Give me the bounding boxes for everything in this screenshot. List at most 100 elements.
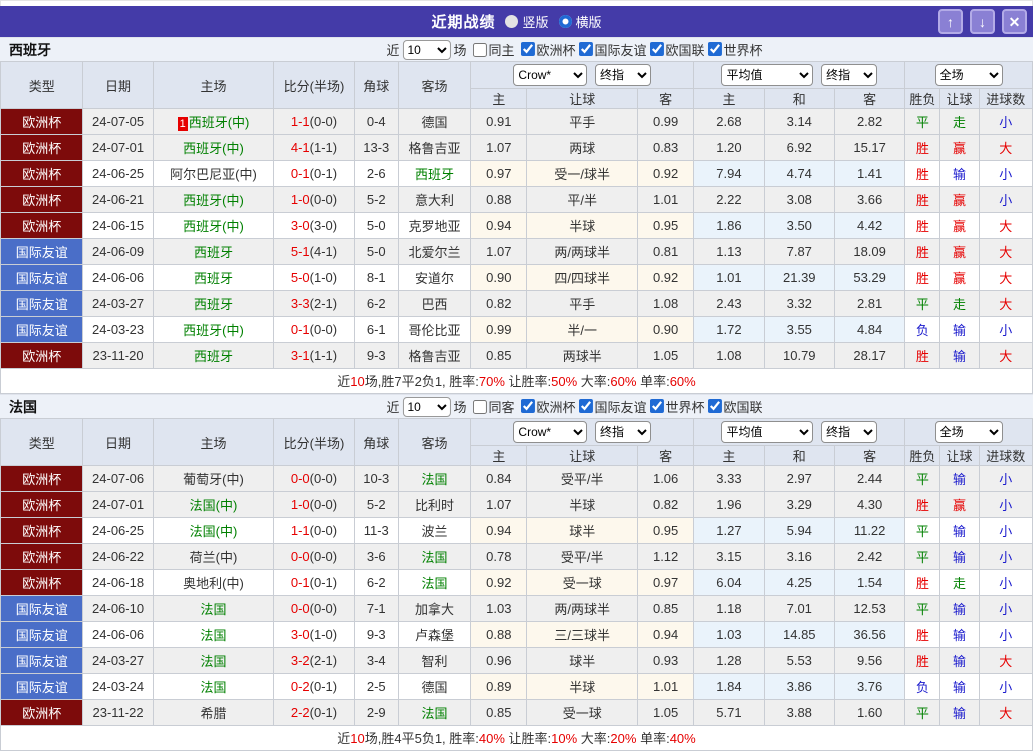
league-type-badge: 欧洲杯 (0, 342, 84, 369)
bookmaker-select[interactable]: Crow* (513, 421, 588, 443)
bookmaker-select[interactable]: Crow* (513, 64, 588, 86)
col-away: 客场 (397, 61, 472, 109)
crow-home-odds: 1.07 (470, 134, 528, 161)
result-outcome-cell: 平 (904, 465, 941, 492)
avg-home-odds: 2.68 (693, 108, 765, 135)
result-handicap: 走 (953, 115, 967, 130)
avg-stage-select[interactable]: 终指 (821, 64, 878, 86)
average-select[interactable]: 平均值 (721, 421, 814, 443)
vertical-option-label: 竖版 (522, 15, 549, 30)
same-side-filter[interactable]: 同主 (469, 40, 514, 59)
league-type-badge: 欧洲杯 (0, 699, 84, 726)
crow-home-odds: 0.92 (470, 569, 528, 596)
avg-away-odds: 28.17 (833, 342, 906, 369)
league-checkbox[interactable] (578, 399, 593, 414)
fulltime-group-header: 全场 (904, 418, 1033, 446)
crow-away-odds: 0.92 (636, 160, 695, 187)
result-goals-cell: 小 (978, 673, 1033, 700)
crow-stage-select[interactable]: 终指 (595, 64, 652, 86)
fulltime-score: 3-2 (290, 653, 310, 668)
league-checkbox[interactable] (649, 399, 664, 414)
layout-vertical-option[interactable]: 竖版 (505, 12, 549, 31)
crow-home-odds: 0.85 (470, 342, 528, 369)
close-button[interactable]: ✕ (1002, 9, 1027, 34)
handicap-line: 受一球 (526, 699, 638, 726)
summary-segment: 10 (350, 731, 365, 746)
avg-home-odds: 1.72 (693, 316, 765, 343)
league-checkbox[interactable] (520, 399, 535, 414)
home-team: 法国 (200, 654, 227, 669)
avg-away-odds: 2.81 (833, 290, 906, 317)
fulltime-score: 5-1 (290, 244, 310, 259)
away-team-cell: 智利 (397, 647, 472, 674)
league-filter-label: 国际友谊 (594, 42, 647, 58)
away-team: 加拿大 (415, 602, 455, 617)
league-filter-label: 世界杯 (665, 399, 705, 415)
crow-away-odds: 0.94 (636, 621, 695, 648)
score-cell: 0-1(0-1) (273, 160, 355, 187)
avg-away-odds: 2.82 (833, 108, 906, 135)
radio-checked-icon[interactable] (558, 15, 572, 28)
move-up-button[interactable]: ↑ (938, 9, 963, 34)
col-avg-home: 主 (693, 445, 765, 466)
corner-count: 8-1 (353, 264, 399, 291)
fulltime-score: 1-0 (290, 192, 310, 207)
games-count-select[interactable]: 10 (402, 39, 451, 60)
fulltime-score: 0-1 (290, 166, 310, 181)
same-side-filter[interactable]: 同客 (469, 397, 514, 416)
games-count-select[interactable]: 10 (402, 396, 451, 417)
same-side-checkbox[interactable] (472, 399, 487, 414)
away-team-cell: 安道尔 (397, 264, 472, 291)
league-filter[interactable]: 欧国联 (705, 397, 763, 416)
avg-stage-select[interactable]: 终指 (821, 421, 878, 443)
result-handicap-cell: 输 (939, 699, 980, 726)
league-filter[interactable]: 欧洲杯 (517, 40, 576, 59)
avg-home-odds: 1.13 (693, 238, 765, 265)
league-filter[interactable]: 欧国联 (647, 40, 705, 59)
halftime-score: (2-1) (309, 296, 338, 311)
league-checkbox[interactable] (649, 42, 664, 57)
horizontal-option-label: 横版 (575, 15, 602, 30)
result-outcome: 平 (915, 602, 929, 617)
score-cell: 5-1(4-1) (273, 238, 355, 265)
league-type-badge: 国际友谊 (0, 238, 84, 265)
league-filter[interactable]: 欧洲杯 (517, 397, 576, 416)
radio-unchecked-icon[interactable] (505, 15, 519, 28)
league-filter[interactable]: 世界杯 (705, 40, 763, 59)
fulltime-select[interactable]: 全场 (934, 421, 1003, 443)
halftime-score: (0-0) (309, 192, 338, 207)
crow-stage-select[interactable]: 终指 (595, 421, 652, 443)
league-checkbox[interactable] (578, 42, 593, 57)
league-filter[interactable]: 国际友谊 (576, 397, 647, 416)
league-filter[interactable]: 国际友谊 (576, 40, 647, 59)
match-row: 欧洲杯 24-06-25 阿尔巴尼亚(中) 0-1(0-1) 2-6 西班牙 0.97 受一/… (0, 160, 1033, 187)
team-name: 西班牙 (9, 41, 51, 58)
average-select[interactable]: 平均值 (721, 64, 814, 86)
corner-count: 9-3 (353, 621, 399, 648)
fulltime-score: 3-0 (290, 627, 310, 642)
league-checkbox[interactable] (707, 42, 722, 57)
score-cell: 4-1(1-1) (273, 134, 355, 161)
result-goals: 小 (999, 680, 1013, 695)
move-down-button[interactable]: ↓ (970, 9, 995, 34)
same-side-checkbox[interactable] (472, 42, 487, 57)
league-filter-label: 欧洲杯 (536, 399, 576, 415)
result-outcome: 负 (915, 680, 929, 695)
team-section: 西班牙 近 10 场 同主 欧洲杯 国际友谊 欧国联 世界杯 类型 日期 主场 … (0, 37, 1033, 394)
halftime-score: (0-1) (309, 679, 338, 694)
league-checkbox[interactable] (707, 399, 722, 414)
match-rows: 欧洲杯 24-07-06 葡萄牙(中) 0-0(0-0) 10-3 法国 0.84 受平/半 1… (0, 465, 1033, 726)
league-checkbox[interactable] (520, 42, 535, 57)
layout-horizontal-option[interactable]: 横版 (558, 12, 602, 31)
result-handicap-cell: 输 (939, 160, 980, 187)
col-crow-home: 主 (470, 88, 528, 109)
summary-segment: 场,胜4平5负1, 胜率: (364, 731, 479, 746)
crow-home-odds: 0.85 (470, 699, 528, 726)
result-handicap: 输 (953, 323, 967, 338)
league-type-badge: 国际友谊 (0, 647, 84, 674)
fulltime-select[interactable]: 全场 (934, 64, 1003, 86)
fulltime-score: 0-0 (290, 549, 310, 564)
avg-home-odds: 1.20 (693, 134, 765, 161)
league-filter[interactable]: 世界杯 (647, 397, 705, 416)
score-cell: 1-0(0-0) (273, 186, 355, 213)
